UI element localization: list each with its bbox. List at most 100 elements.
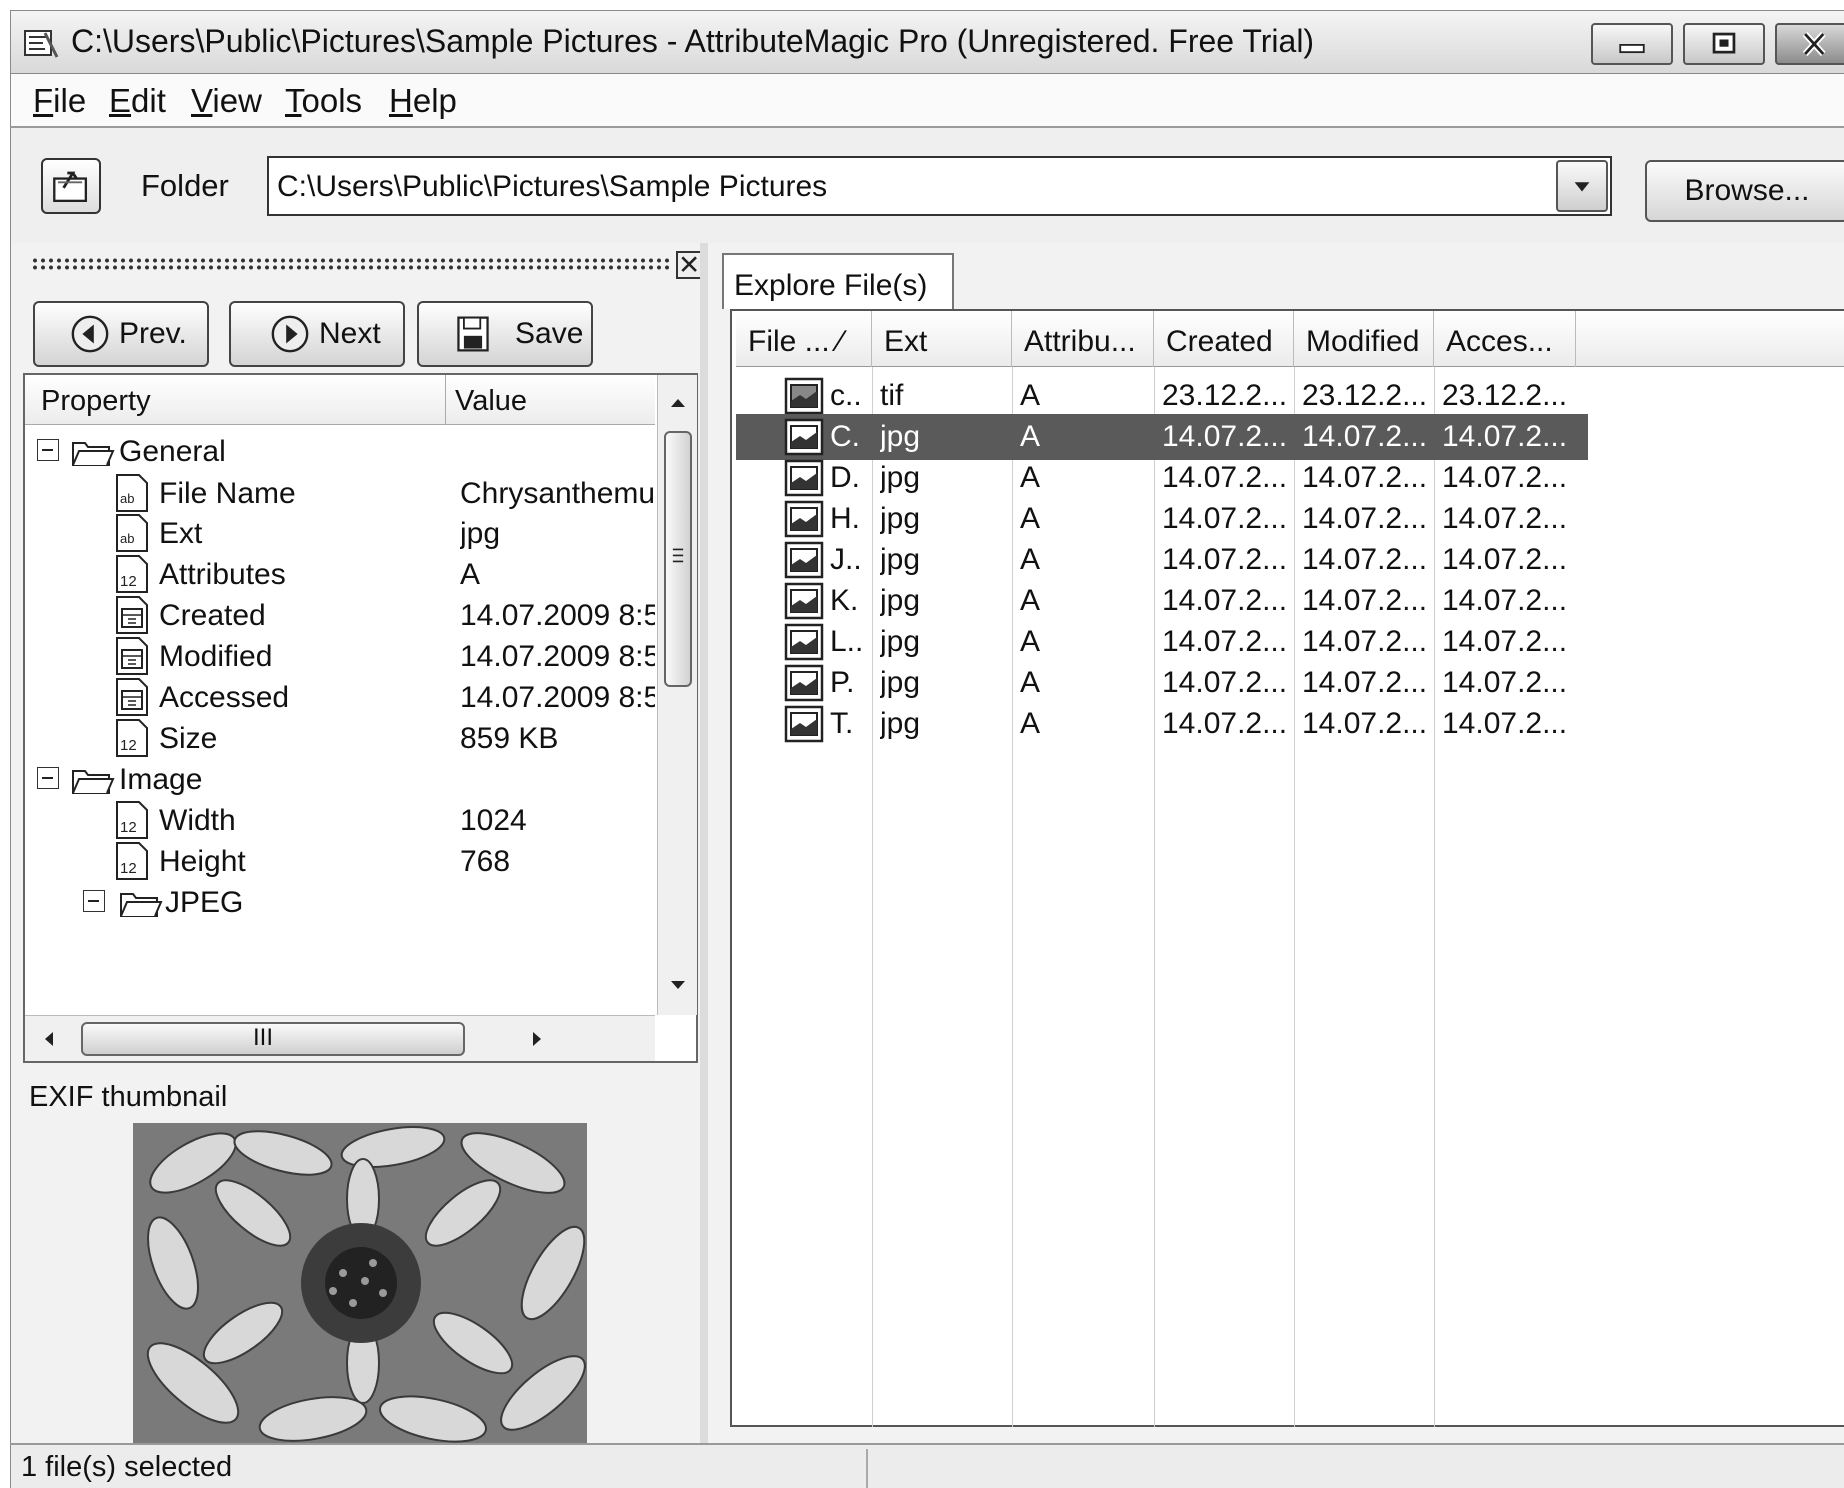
prev-button[interactable]: Prev. (33, 301, 209, 367)
date-field-icon (116, 637, 148, 675)
property-value[interactable]: A (460, 558, 655, 592)
property-value[interactable]: jpg (460, 517, 655, 551)
menu-help[interactable]: Help (389, 82, 457, 120)
file-name-cell: H. (830, 502, 860, 535)
file-list[interactable]: File ... ∕ Ext Attribu... Created Modifi… (730, 309, 1844, 1427)
panel-grip[interactable] (31, 257, 671, 271)
svg-text:ab: ab (120, 491, 134, 506)
file-row[interactable]: P. jpg A 14.07.2... 14.07.2... 14.07.2... (736, 660, 1588, 706)
menu-edit-label: dit (131, 82, 166, 119)
file-ext-cell: jpg (880, 420, 921, 453)
menu-file-label: ile (53, 82, 87, 119)
jpg-image-file-icon (784, 582, 824, 620)
attributemagic-app-icon (24, 30, 59, 58)
file-row[interactable]: D. jpg A 14.07.2... 14.07.2... 14.07.2... (736, 455, 1588, 501)
collapse-toggle[interactable] (83, 890, 105, 912)
file-row[interactable]: L.. jpg A 14.07.2... 14.07.2... 14.07.2... (736, 619, 1588, 665)
file-modified-cell: 14.07.2... (1302, 625, 1428, 658)
file-ext-cell: jpg (880, 707, 921, 740)
property-value[interactable]: 14.07.2009 8:5 (460, 599, 655, 633)
jpg-image-file-icon (784, 418, 824, 456)
file-row[interactable]: K. jpg A 14.07.2... 14.07.2... 14.07.2... (736, 578, 1588, 624)
file-attributes-cell: A (1020, 584, 1041, 617)
file-row[interactable]: C. jpg A 14.07.2... 14.07.2... 14.07.2... (736, 414, 1588, 460)
menu-view-label: iew (212, 82, 262, 119)
browse-button[interactable]: Browse... (1645, 160, 1844, 222)
property-grid-hscrollbar[interactable]: III (25, 1015, 655, 1061)
file-modified-cell: 14.07.2... (1302, 420, 1428, 453)
scroll-right-arrow-icon[interactable] (517, 1016, 557, 1062)
file-row[interactable]: c.. tif A 23.12.2... 23.12.2... 23.12.2... (736, 373, 1588, 419)
collapse-toggle[interactable] (37, 439, 59, 461)
folder-dropdown-button[interactable] (1556, 160, 1608, 212)
file-row[interactable]: H. jpg A 14.07.2... 14.07.2... 14.07.2... (736, 496, 1588, 542)
hscroll-grip: III (253, 1024, 274, 1051)
property-value[interactable]: Chrysanthemur (460, 477, 655, 511)
folder-open-icon (72, 442, 115, 466)
file-accessed-cell: 14.07.2... (1442, 420, 1568, 453)
property-value[interactable]: 14.07.2009 8:5 (460, 681, 655, 715)
collapse-toggle[interactable] (37, 767, 59, 789)
property-name: Accessed (159, 681, 290, 714)
folder-path-combobox[interactable]: C:\Users\Public\Pictures\Sample Pictures (267, 156, 1612, 216)
value-column-header[interactable]: Value (455, 385, 527, 418)
close-button[interactable] (1775, 23, 1844, 65)
column-separator (445, 375, 446, 425)
property-grid-vscrollbar[interactable] (657, 375, 697, 1015)
tab-explore-files[interactable]: Explore File(s) (722, 253, 954, 309)
menu-edit[interactable]: Edit (109, 82, 166, 120)
hscroll-thumb[interactable]: III (81, 1022, 465, 1056)
save-button-label: Save (515, 317, 584, 350)
file-row[interactable]: T. jpg A 14.07.2... 14.07.2... 14.07.2... (736, 701, 1588, 747)
property-grid[interactable]: Property Value General ab File Name Chry… (23, 373, 698, 1063)
scroll-left-arrow-icon[interactable] (29, 1016, 69, 1062)
file-attributes-cell: A (1020, 502, 1041, 535)
property-value[interactable]: 14.07.2009 8:5 (460, 640, 655, 674)
column-header-modified[interactable]: Modified (1294, 311, 1434, 367)
vscroll-thumb[interactable] (664, 431, 692, 687)
column-header-ext[interactable]: Ext (872, 311, 1012, 367)
save-button[interactable]: Save (417, 301, 593, 367)
file-accessed-cell: 23.12.2... (1442, 379, 1568, 412)
property-value[interactable]: 768 (460, 845, 655, 879)
property-name: Created (159, 599, 266, 632)
column-header-attributes[interactable]: Attribu... (1012, 311, 1154, 367)
file-created-cell: 14.07.2... (1162, 543, 1288, 576)
menu-view-accel: V (191, 82, 213, 119)
status-bar: 1 file(s) selected (10, 1443, 1844, 1488)
minimize-button[interactable] (1591, 23, 1673, 65)
file-name-cell: c.. (830, 379, 862, 412)
column-header-file[interactable]: File ... ∕ (736, 311, 872, 367)
scroll-grip-icon (672, 548, 684, 563)
scroll-up-arrow-icon[interactable] (658, 383, 698, 423)
property-name: Height (159, 845, 246, 878)
column-header-accessed[interactable]: Acces... (1434, 311, 1576, 367)
property-column-header[interactable]: Property (41, 385, 151, 418)
menu-tools[interactable]: Tools (285, 82, 362, 120)
svg-text:12: 12 (120, 860, 137, 877)
file-accessed-cell: 14.07.2... (1442, 707, 1568, 740)
menu-view[interactable]: View (191, 82, 262, 120)
jpg-image-file-icon (784, 459, 824, 497)
svg-text:ab: ab (120, 531, 134, 546)
scroll-down-arrow-icon[interactable] (658, 965, 698, 1005)
property-value[interactable]: 859 KB (460, 722, 655, 756)
maximize-button[interactable] (1683, 23, 1765, 65)
next-button[interactable]: Next (229, 301, 405, 367)
property-value[interactable]: 1024 (460, 804, 655, 838)
status-separator (866, 1449, 868, 1488)
column-header-created[interactable]: Created (1154, 311, 1294, 367)
folder-up-button[interactable] (41, 158, 101, 214)
file-modified-cell: 14.07.2... (1302, 543, 1428, 576)
group-row-general[interactable]: General (25, 427, 655, 475)
file-modified-cell: 14.07.2... (1302, 502, 1428, 535)
property-name: Modified (159, 640, 273, 673)
exif-thumbnail-label: EXIF thumbnail (29, 1081, 228, 1113)
group-row-jpeg[interactable]: JPEG (25, 878, 655, 926)
file-accessed-cell: 14.07.2... (1442, 584, 1568, 617)
menu-bar: File Edit View Tools Help (10, 74, 1844, 128)
number-field-icon: 12 (116, 842, 148, 880)
file-row[interactable]: J.. jpg A 14.07.2... 14.07.2... 14.07.2... (736, 537, 1588, 583)
file-ext-cell: jpg (880, 666, 921, 699)
menu-file[interactable]: File (33, 82, 86, 120)
